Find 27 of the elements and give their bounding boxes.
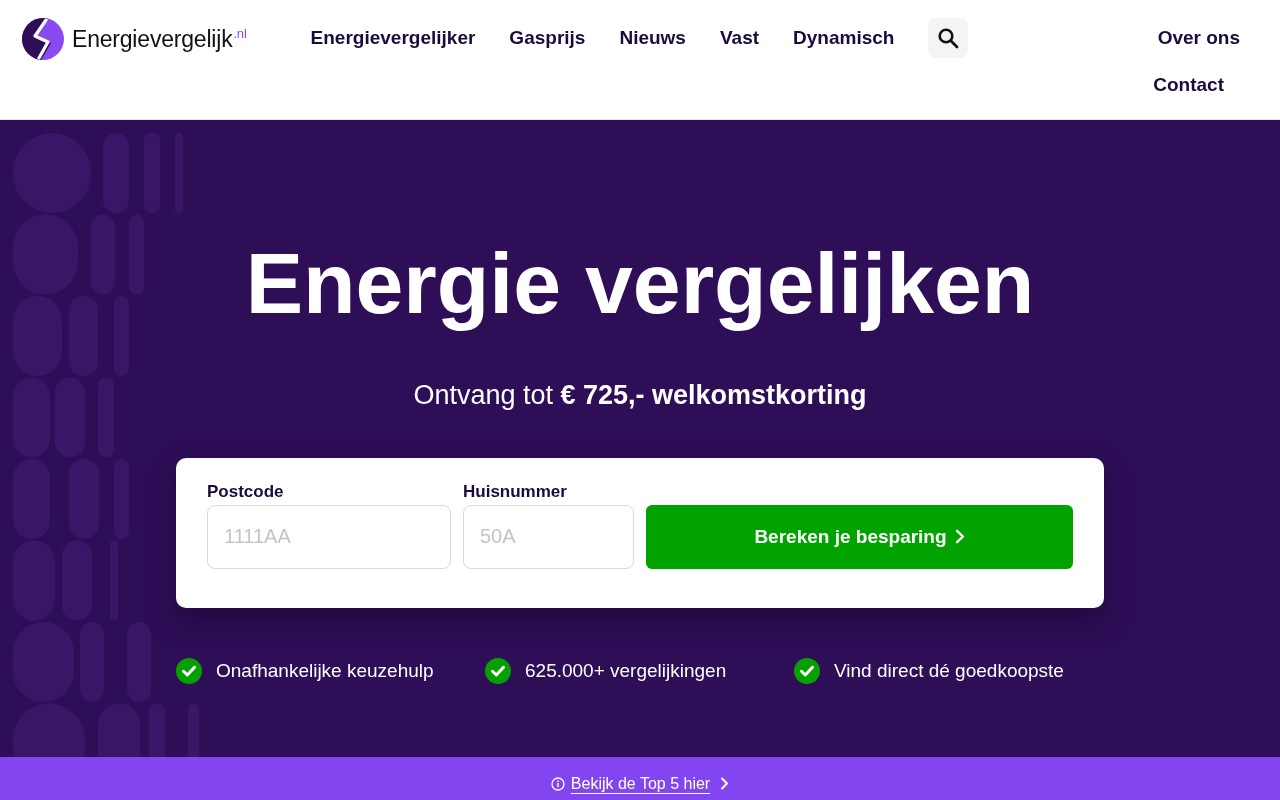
top-five-link[interactable]: Bekijk de Top 5 hier	[550, 771, 730, 796]
input-field[interactable]: 1111AA	[207, 504, 451, 569]
nav-link[interactable]: Gasprijs	[509, 23, 586, 53]
usp-text: 625.000+ vergelijkingen	[525, 658, 727, 683]
nav-link[interactable]: Vast	[719, 23, 760, 53]
check-icon	[485, 658, 511, 685]
site-logo[interactable]: Energievergelijk$^{.nl}$	[22, 18, 247, 60]
input-field[interactable]: 50A	[463, 504, 634, 569]
field-label: Postcode	[207, 481, 285, 502]
chevron-right-icon	[954, 529, 965, 545]
logo-icon	[22, 18, 64, 60]
nav-link[interactable]: Contact	[1153, 70, 1224, 99]
hero-title: Energie vergelijken	[244, 234, 1036, 333]
check-icon	[176, 658, 202, 685]
search-icon	[937, 27, 960, 49]
nav-link[interactable]: Energievergelijker	[310, 23, 476, 53]
info-icon	[550, 776, 565, 791]
nav-link[interactable]: Dynamisch	[793, 23, 895, 53]
search-button[interactable]	[928, 18, 969, 58]
chevron-right-icon	[720, 777, 730, 790]
field-label: Huisnummer	[463, 481, 568, 502]
nav-link[interactable]: Nieuws	[619, 23, 686, 53]
nav-link[interactable]: Over ons	[1157, 24, 1240, 53]
usp-text: Onafhankelijke keuzehulp	[216, 658, 434, 683]
usp-text: Vind direct dé goedkoopste	[834, 658, 1064, 683]
hero-subtitle: Ontvang tot € 725,- welkomstkorting	[412, 378, 868, 411]
check-icon	[794, 658, 820, 685]
